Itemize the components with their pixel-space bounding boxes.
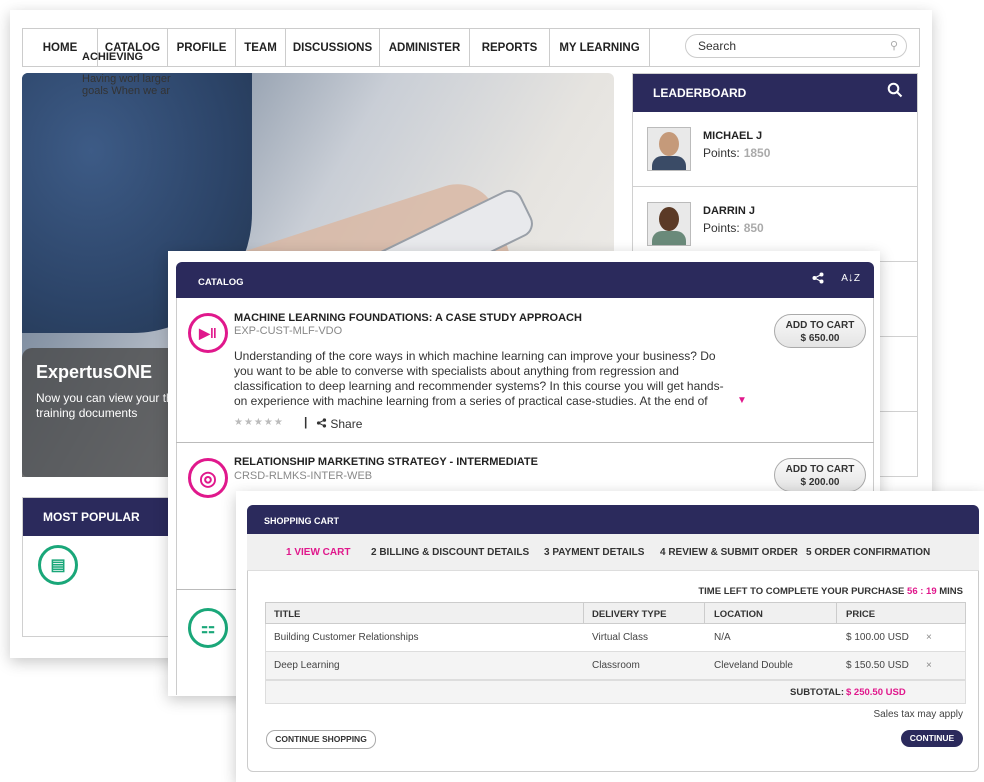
cell-price: $ 100.00 USD [846,632,909,643]
cell-delivery: Virtual Class [592,632,648,643]
table-row: Deep Learning Classroom Cleveland Double… [265,652,966,680]
search-icon[interactable] [887,82,903,103]
subtotal-label: SUBTOTAL: [790,687,845,698]
sort-az-icon[interactable]: A↓Z [841,270,860,284]
remove-item-icon[interactable]: × [926,660,932,671]
leaderboard-points: Points: 1850 [703,146,770,160]
step-review[interactable]: 4 REVIEW & SUBMIT ORDER [660,547,798,558]
expand-chevron-icon[interactable]: ▼ [737,395,747,406]
nav-administer[interactable]: ADMINISTER [380,29,470,66]
price: $ 200.00 [800,477,840,488]
catalog-title: CATALOG [198,277,244,288]
column-location: LOCATION [714,609,763,620]
column-delivery-type: DELIVERY TYPE [592,609,667,620]
search-input[interactable]: Search ⚲ [685,34,907,58]
timer-label: TIME LEFT TO COMPLETE YOUR PURCHASE [698,586,905,597]
points-label: Points: [703,146,740,160]
share-label: Share [330,417,363,431]
divider [176,442,874,443]
cell-location: N/A [714,632,731,643]
share-link[interactable]: Share [316,417,362,431]
column-divider [704,602,705,624]
presentation-icon: ⚏ [188,608,228,648]
cell-price: $ 150.50 USD [846,660,909,671]
step-billing[interactable]: 2 BILLING & DISCOUNT DETAILS [371,547,529,558]
nav-my-learning[interactable]: MY LEARNING [550,29,650,66]
divider: | [304,415,308,429]
leaderboard-title: LEADERBOARD [653,86,747,100]
add-to-cart-label: ADD TO CART [785,320,855,331]
leaderboard-points: Points: 850 [703,221,764,235]
leaderboard-entry[interactable]: MICHAEL J Points: 1850 [633,112,917,187]
globe-icon: ◎ [188,458,228,498]
catalog-header: CATALOG A↓Z [176,262,874,298]
cell-location: Cleveland Double [714,660,793,671]
subtotal-row: SUBTOTAL: $ 250.50 USD [265,680,966,704]
price: $ 650.00 [800,333,840,344]
step-view-cart[interactable]: 1 VIEW CART [286,547,350,558]
step-confirmation[interactable]: 5 ORDER CONFIRMATION [806,547,930,558]
timer-value: 56 : 19 [907,586,937,597]
search-icon[interactable]: ⚲ [890,35,898,57]
add-to-cart-button[interactable]: ADD TO CART $ 650.00 [774,314,866,348]
tax-note: Sales tax may apply [873,709,964,720]
share-icon[interactable] [812,272,824,287]
purchase-timer: TIME LEFT TO COMPLETE YOUR PURCHASE 56 :… [698,586,963,597]
most-popular-item-title[interactable]: ACHIEVING [82,51,143,63]
step-payment[interactable]: 3 PAYMENT DETAILS [544,547,644,558]
column-divider [836,602,837,624]
leaderboard-header: LEADERBOARD [633,74,917,112]
catalog-item-title[interactable]: MACHINE LEARNING FOUNDATIONS: A CASE STU… [234,312,582,324]
document-icon: ▤ [38,545,78,585]
hero-title: ExpertusONE [36,362,153,382]
search-placeholder: Search [698,39,737,53]
nav-reports[interactable]: REPORTS [470,29,550,66]
add-to-cart-button[interactable]: ADD TO CART $ 200.00 [774,458,866,492]
shopping-cart-header: SHOPPING CART [247,505,979,534]
cart-table-header: TITLE DELIVERY TYPE LOCATION PRICE [265,602,966,624]
star-rating[interactable]: ★★★★★ [234,417,284,428]
nav-discussions[interactable]: DISCUSSIONS [286,29,380,66]
cell-delivery: Classroom [592,660,640,671]
video-play-icon: ▶‖ [188,313,228,353]
points-value: 1850 [743,146,771,160]
points-value: 850 [743,221,764,235]
leaderboard-name: DARRIN J [703,205,755,217]
nav-profile[interactable]: PROFILE [168,29,236,66]
avatar [647,127,691,171]
share-icon [316,417,330,431]
table-row: Building Customer Relationships Virtual … [265,624,966,652]
timer-unit: MINS [939,586,963,597]
nav-team[interactable]: TEAM [236,29,286,66]
avatar [647,202,691,246]
checkout-steps: 1 VIEW CART 2 BILLING & DISCOUNT DETAILS… [247,534,979,571]
catalog-item-title[interactable]: RELATIONSHIP MARKETING STRATEGY - INTERM… [234,456,538,468]
catalog-item-code: EXP-CUST-MLF-VDO [234,325,343,337]
shopping-cart-title: SHOPPING CART [264,516,340,526]
subtotal-value: $ 250.50 USD [846,687,906,698]
continue-button[interactable]: CONTINUE [901,730,963,747]
leaderboard-name: MICHAEL J [703,130,763,142]
cell-title: Building Customer Relationships [274,632,419,643]
column-price: PRICE [846,609,876,620]
points-label: Points: [703,221,740,235]
column-divider [583,602,584,624]
most-popular-item-text: Having worl larger goals When we ar [82,73,171,97]
add-to-cart-label: ADD TO CART [785,464,855,475]
shopping-cart-window: SHOPPING CART 1 VIEW CART 2 BILLING & DI… [236,491,984,782]
catalog-item-description: Understanding of the core ways in which … [234,349,724,408]
continue-shopping-button[interactable]: CONTINUE SHOPPING [266,730,376,749]
column-title: TITLE [274,609,301,620]
cell-title: Deep Learning [274,660,340,671]
remove-item-icon[interactable]: × [926,632,932,643]
catalog-item-code: CRSD-RLMKS-INTER-WEB [234,470,373,482]
